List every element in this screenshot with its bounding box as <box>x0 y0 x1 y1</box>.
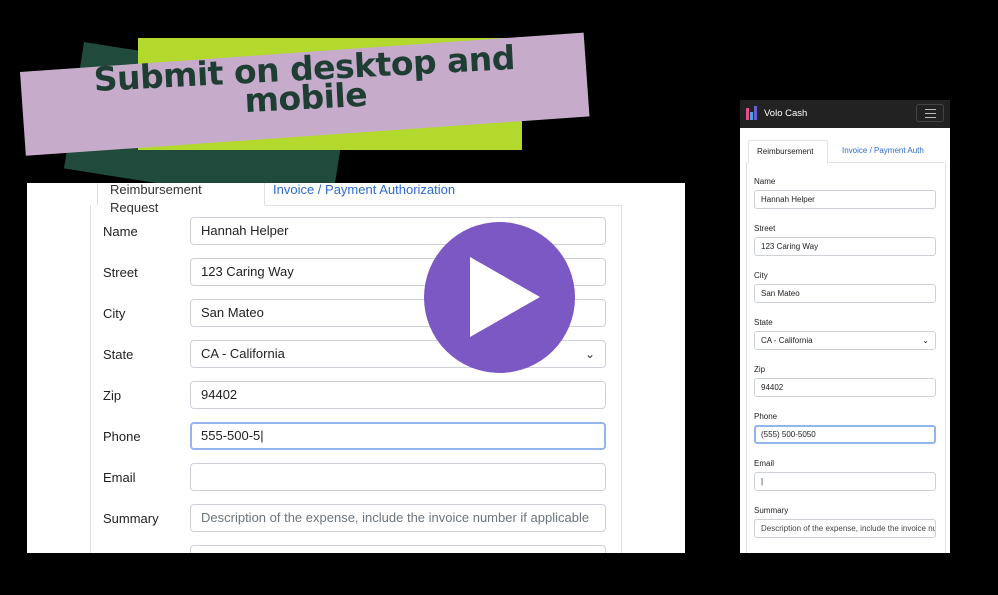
desktop-form-view: Reimbursement Request Invoice / Payment … <box>27 183 685 553</box>
zip-input[interactable]: 94402 <box>754 378 936 397</box>
state-select-value: CA - California <box>761 336 813 345</box>
city-input[interactable]: San Mateo <box>754 284 936 303</box>
brand-name[interactable]: Volo Cash <box>764 100 807 128</box>
phone-row: Phone 555-500-5| <box>103 422 607 452</box>
email-label: Email <box>103 470 136 485</box>
state-select-value: CA - California <box>201 346 285 361</box>
chevron-down-icon: ⌄ <box>922 336 929 345</box>
tab-reimbursement[interactable]: Reimbursement <box>748 140 828 164</box>
volo-logo-icon <box>746 106 760 120</box>
play-icon <box>470 257 540 337</box>
email-input[interactable]: | <box>754 472 936 491</box>
summary-input[interactable]: Description of the expense, include the … <box>190 504 606 532</box>
state-label: State <box>754 318 773 327</box>
street-input[interactable]: 123 Caring Way <box>754 237 936 256</box>
summary-row: Summary Description of the expense, incl… <box>103 504 607 534</box>
name-label: Name <box>103 224 138 239</box>
phone-label: Phone <box>103 429 141 444</box>
tab-invoice-payment-auth[interactable]: Invoice / Payment Auth <box>834 140 932 162</box>
street-label: Street <box>754 224 776 233</box>
city-label: City <box>754 271 768 280</box>
next-input[interactable] <box>190 545 606 553</box>
state-label: State <box>103 347 134 362</box>
email-label: Email <box>754 459 775 468</box>
tab-invoice-payment-authorization[interactable]: Invoice / Payment Authorization <box>261 183 467 205</box>
mobile-form-view: Volo Cash Reimbursement Invoice / Paymen… <box>740 100 950 553</box>
state-select[interactable]: CA - California ⌄ <box>754 331 936 350</box>
chevron-down-icon: ⌄ <box>584 347 595 361</box>
mobile-navbar: Volo Cash <box>740 100 950 128</box>
name-label: Name <box>754 177 776 186</box>
phone-input[interactable]: (555) 500-5050 <box>754 425 936 444</box>
name-input[interactable]: Hannah Helper <box>754 190 936 209</box>
summary-label: Summary <box>754 506 789 515</box>
next-row <box>103 545 607 553</box>
summary-label: Summary <box>103 511 159 526</box>
mobile-form-card <box>746 162 946 553</box>
zip-input[interactable]: 94402 <box>190 381 606 409</box>
hamburger-icon[interactable] <box>916 104 944 122</box>
email-row: Email <box>103 463 607 493</box>
tab-reimbursement-request[interactable]: Reimbursement Request <box>97 183 265 215</box>
zip-row: Zip 94402 <box>103 381 607 411</box>
city-label: City <box>103 306 126 321</box>
street-label: Street <box>103 265 138 280</box>
email-input[interactable] <box>190 463 606 491</box>
phone-input[interactable]: 555-500-5| <box>190 422 606 450</box>
zip-label: Zip <box>754 365 766 374</box>
phone-label: Phone <box>754 412 778 421</box>
mobile-tabs: Reimbursement Invoice / Payment Auth <box>748 140 944 164</box>
desktop-tabs: Reimbursement Request Invoice / Payment … <box>97 183 621 215</box>
zip-label: Zip <box>103 388 122 403</box>
summary-input[interactable]: Description of the expense, include the … <box>754 519 936 538</box>
